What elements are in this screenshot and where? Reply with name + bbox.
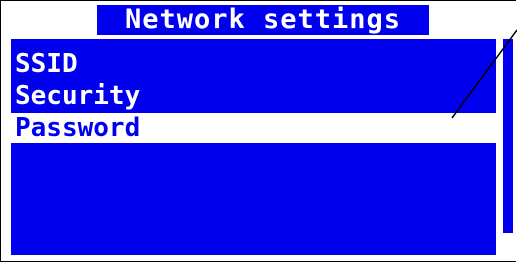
scrollbar[interactable] — [500, 39, 515, 255]
scrollbar-thumb[interactable] — [503, 39, 513, 233]
menu-item-security[interactable]: Security — [11, 81, 496, 111]
lcd-screen: Network settings SSID Security Password — [0, 0, 516, 262]
menu-item-password[interactable]: Password — [11, 113, 496, 143]
menu-item-ssid[interactable]: SSID — [11, 49, 496, 79]
screen-title: Network settings — [97, 5, 429, 35]
menu-list: SSID Security Password — [11, 39, 496, 255]
